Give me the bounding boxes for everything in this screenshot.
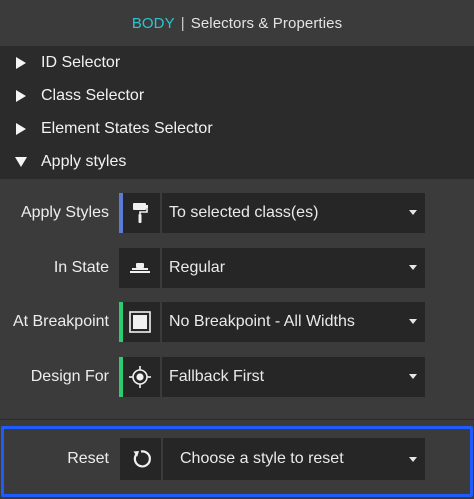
collapse-triangle-icon bbox=[12, 155, 30, 169]
accent-bar bbox=[119, 193, 123, 233]
section-divider bbox=[0, 419, 474, 420]
expand-triangle-icon bbox=[12, 89, 30, 103]
at-breakpoint-icon-button[interactable] bbox=[119, 302, 160, 342]
design-for-dropdown[interactable]: Fallback First bbox=[162, 357, 425, 397]
dropdown-caret-icon bbox=[409, 265, 417, 270]
accent-bar bbox=[119, 357, 123, 397]
panel-header: BODY | Selectors & Properties bbox=[0, 0, 474, 46]
section-label: Apply styles bbox=[41, 152, 127, 170]
section-element-states-selector[interactable]: Element States Selector bbox=[0, 112, 474, 145]
dropdown-caret-icon bbox=[409, 210, 417, 215]
apply-styles-dropdown[interactable]: To selected class(es) bbox=[162, 193, 425, 233]
dropdown-caret-icon bbox=[409, 374, 417, 379]
header-separator: | bbox=[180, 14, 185, 32]
in-state-label: In State bbox=[53, 259, 109, 276]
section-id-selector[interactable]: ID Selector bbox=[0, 46, 474, 79]
reset-label: Reset bbox=[67, 450, 109, 467]
at-breakpoint-label: At Breakpoint bbox=[12, 313, 109, 330]
design-for-label: Design For bbox=[30, 368, 109, 385]
apply-styles-label: Apply Styles bbox=[20, 204, 109, 221]
apply-styles-row: Apply Styles To selected class(es) bbox=[0, 193, 474, 233]
reset-icon-button[interactable] bbox=[120, 438, 161, 480]
dropdown-value: Regular bbox=[169, 259, 226, 276]
dropdown-value: Fallback First bbox=[169, 368, 265, 385]
dropdown-caret-icon bbox=[409, 457, 417, 462]
design-for-icon-button[interactable] bbox=[119, 357, 160, 397]
section-label: Class Selector bbox=[41, 86, 145, 104]
section-label: ID Selector bbox=[41, 53, 121, 71]
apply-styles-icon-button[interactable] bbox=[119, 193, 160, 233]
expand-triangle-icon bbox=[12, 56, 30, 70]
in-state-dropdown[interactable]: Regular bbox=[162, 248, 425, 288]
reset-dropdown[interactable]: Choose a style to reset bbox=[163, 438, 425, 480]
section-apply-styles[interactable]: Apply styles bbox=[0, 145, 474, 178]
dropdown-value: To selected class(es) bbox=[169, 204, 319, 221]
in-state-icon-button[interactable] bbox=[119, 248, 160, 288]
selected-element-tag: BODY bbox=[131, 14, 175, 32]
dropdown-value: Choose a style to reset bbox=[180, 450, 344, 467]
dropdown-value: No Breakpoint - All Widths bbox=[169, 313, 355, 330]
crosshair-icon bbox=[128, 366, 151, 388]
selector-sections: ID Selector Class Selector Element State… bbox=[0, 46, 474, 179]
section-label: Element States Selector bbox=[41, 119, 213, 137]
accent-bar bbox=[119, 302, 123, 342]
expand-triangle-icon bbox=[12, 122, 30, 136]
cursor-state-icon bbox=[129, 263, 150, 273]
at-breakpoint-row: At Breakpoint No Breakpoint - All Widths bbox=[0, 302, 474, 342]
at-breakpoint-dropdown[interactable]: No Breakpoint - All Widths bbox=[162, 302, 425, 342]
design-for-row: Design For Fallback First bbox=[0, 357, 474, 397]
reset-icon bbox=[133, 450, 151, 468]
section-class-selector[interactable]: Class Selector bbox=[0, 79, 474, 112]
screen-icon bbox=[128, 311, 151, 333]
reset-row: Reset Choose a style to reset bbox=[0, 438, 474, 480]
in-state-row: In State Regular bbox=[0, 248, 474, 288]
apply-styles-panel: Apply Styles To selected class(es) In St… bbox=[0, 179, 474, 419]
dropdown-caret-icon bbox=[409, 319, 417, 324]
paint-roller-icon bbox=[132, 203, 148, 223]
panel-title: Selectors & Properties bbox=[190, 14, 343, 32]
